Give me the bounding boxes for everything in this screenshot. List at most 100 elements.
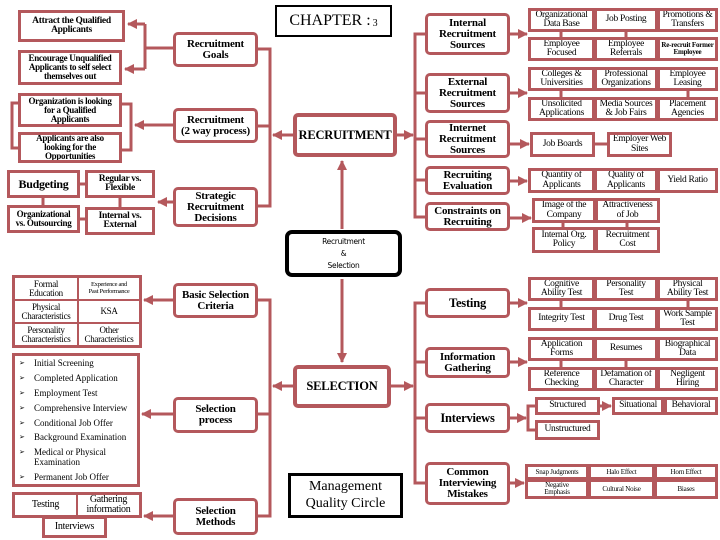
mistake-item: Horn Effect [654,464,718,480]
arrow-bullet-icon: ➢ [19,433,25,442]
testing-item: Integrity Test [528,307,595,331]
recruitment-two-way-box: Recruitment (2 way process) [173,108,258,143]
arrow-bullet-icon: ➢ [19,448,25,457]
interview-structured: Structured [535,397,600,415]
selection-methods-box: Selection Methods [173,498,258,535]
internal-source-item: Employee Referrals [594,37,658,61]
testing-item: Cognitive Ability Test [528,277,595,301]
testing-item: Work Sample Test [657,307,718,331]
constraint-item: Image of the Company [532,198,596,223]
method-cell-interviews: Interviews [42,516,107,538]
constraint-item: Recruitment Cost [595,227,660,253]
external-source-item: Media Sources & Job Fairs [594,97,658,121]
two-way-right-bracket [122,102,133,152]
info-gathering-item: Application Forms [528,337,595,361]
internet-source-item: Employer Web Sites [607,132,672,157]
info-gathering-item: Defamation of Character [594,367,658,391]
interview-type-behavioral: Behavioral [664,397,718,415]
chapter-title: CHAPTER :3 [275,5,392,37]
chapter-label: CHAPTER : [289,12,371,29]
interview-type-situational: Situational [612,397,664,415]
arrow-bullet-icon: ➢ [19,373,25,382]
strategic-item-regular-flexible: Regular vs. Flexible [85,170,155,198]
list-item: ➢ Completed Application [19,372,133,383]
list-item: ➢ Initial Screening [19,358,133,368]
goal-item-encourage: Encourage Unqualified Applicants to self… [18,50,122,85]
external-source-item: Colleges & Universities [528,67,595,91]
external-source-item: Placement Agencies [657,97,718,121]
criteria-cell: KSA [79,301,139,322]
constraint-item: Attractiveness of Job [595,198,660,223]
list-item-text: Employment Test [34,387,98,398]
evaluation-item: Quantity of Applicants [528,168,595,193]
internal-source-item: Employee Focused [528,37,595,61]
mistake-item: Negative Emphasis [525,479,589,499]
recruitment-goals-box: Recruitment Goals [173,32,258,67]
mistake-item: Cultural Noise [588,479,655,499]
method-cell-testing: Testing [15,495,76,515]
mistake-item: Snap Judgments [525,464,589,480]
chapter-number: 3 [372,18,378,29]
info-gathering-item: Reference Checking [528,367,595,391]
selection-criteria-grid: Formal Education Experience and Past Per… [12,275,142,348]
external-source-item: Unsolicited Applications [528,97,595,121]
basic-selection-criteria-box: Basic Selection Criteria [173,283,258,318]
list-item-text: Conditional Job Offer [34,417,113,428]
interviews-bracket-line [526,404,535,432]
mistake-item: Biases [654,479,718,499]
list-item: ➢ Conditional Job Offer [19,417,133,428]
selection-process-list: ➢ Initial Screening ➢ Completed Applicatio… [12,353,140,487]
list-item: ➢ Medical or Physical Examination [19,448,133,467]
recruiting-evaluation-box: Recruiting Evaluation [425,166,510,195]
arrow-bullet-icon: ➢ [19,359,25,367]
info-gathering-item: Negligent Hiring [657,367,718,391]
criteria-cell: Formal Education [15,278,77,299]
arrow-bullet-icon: ➢ [19,403,25,412]
internal-source-item: Re-recruit Former Employee [657,37,718,61]
external-source-item: Employee Leasing [657,67,718,91]
criteria-cell: Physical Characteristics [15,301,77,322]
selection-process-box: Selection process [173,397,258,433]
list-item-text: Completed Application [34,372,118,383]
strategic-item-internal-external: Internal vs. External [85,207,155,235]
list-item-text: Initial Screening [34,358,94,368]
goal-item-attract: Attract the Qualified Applicants [18,10,125,42]
testing-box: Testing [425,288,510,318]
list-item-text: Medical or Physical Examination [34,447,106,467]
testing-item: Personality Test [594,277,658,301]
list-item-text: Permanent Job Offer [34,471,109,482]
evaluation-item: Quality of Applicants [594,168,658,193]
recruitment-selection-diagram: CHAPTER :3 RECRUITMENT Recruitment & Sel… [0,0,720,540]
list-item-text: Comprehensive Interview [34,402,128,413]
interviews-box: Interviews [425,403,510,433]
interviewing-mistakes-box: Common Interviewing Mistakes [425,462,510,505]
list-item-text: Background Examination [34,432,127,443]
evaluation-item: Yield Ratio [657,168,718,193]
strategic-item-organizational-outsourcing: Organizational vs. Outsourcing [7,205,80,233]
constraint-item: Internal Org. Policy [532,227,596,253]
recruitment-right-trunk [413,32,425,219]
info-gathering-item: Resumes [594,337,658,361]
internet-sources-box: Internet Recruitment Sources [425,120,510,158]
criteria-cell: Other Characteristics [79,324,139,345]
internet-source-item: Job Boards [530,132,595,157]
list-item: ➢ Permanent Job Offer [19,471,133,482]
strategic-item-budgeting: Budgeting [7,170,80,198]
criteria-cell: Experience and Past Performance [79,278,139,299]
info-gathering-item: Biographical Data [657,337,718,361]
criteria-cell: Personality Characteristics [15,324,77,345]
two-way-item-organization: Organization is looking for a Qualified … [18,93,122,127]
testing-item: Drug Test [594,307,658,331]
two-way-item-applicants: Applicants are also looking for the Oppo… [18,132,122,163]
recruitment-node: RECRUITMENT [293,113,397,157]
list-item: ➢ Employment Test [19,387,133,398]
selection-right-trunk [413,301,425,485]
constraints-box: Constraints on Recruiting [425,202,510,231]
arrow-bullet-icon: ➢ [19,472,25,481]
strategic-decisions-box: Strategic Recruitment Decisions [173,187,258,227]
selection-methods-grid: Testing Gathering information [12,492,142,518]
selection-left-trunk [258,298,272,518]
internal-source-item: Promotions & Transfers [657,8,718,32]
testing-item: Physical Ability Test [657,277,718,301]
external-sources-box: External Recruitment Sources [425,73,510,113]
